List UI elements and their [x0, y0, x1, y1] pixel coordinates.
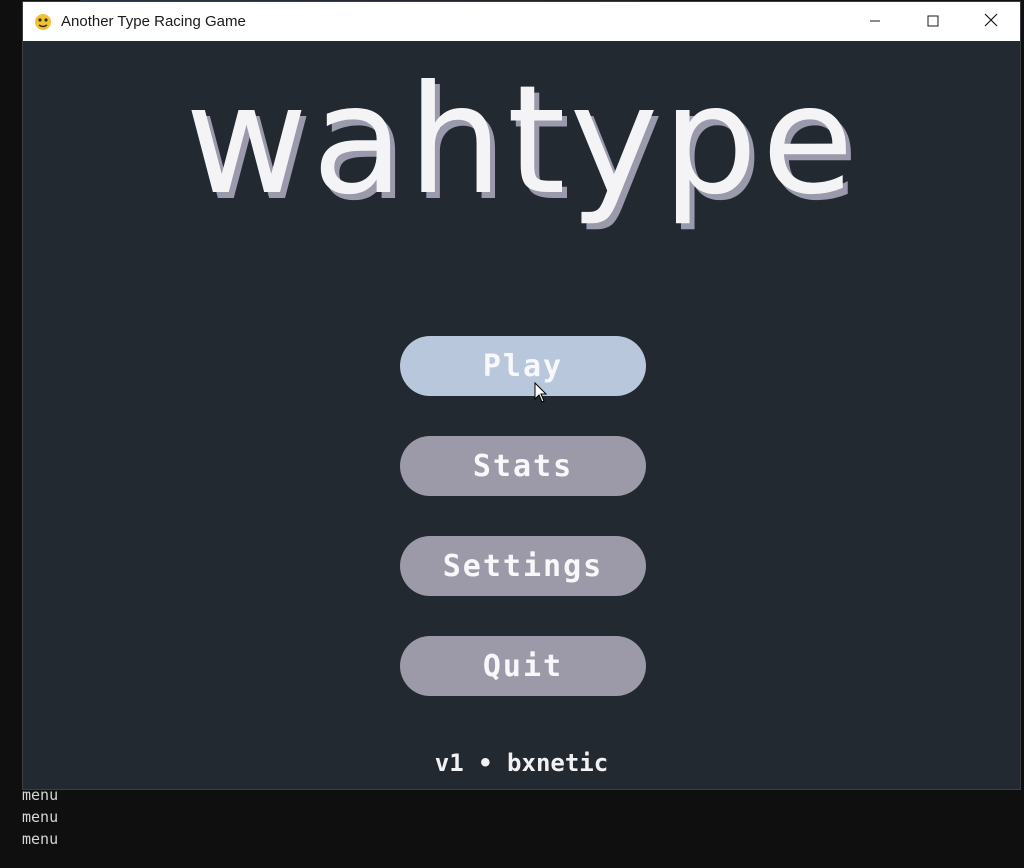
game-window: Another Type Racing Game wahtype Play St… [22, 1, 1021, 790]
pygame-snake-icon [33, 12, 53, 32]
console-line: menu [22, 786, 59, 804]
console-line: menu [22, 808, 59, 826]
minimize-button[interactable] [846, 2, 904, 41]
title-bar[interactable]: Another Type Racing Game [23, 2, 1020, 41]
minimize-icon [869, 12, 881, 31]
quit-button[interactable]: Quit [400, 636, 646, 696]
settings-button[interactable]: Settings [400, 536, 646, 596]
close-button[interactable] [962, 2, 1020, 41]
version-credit: v1 • bxnetic [434, 749, 609, 777]
window-controls [846, 2, 1020, 41]
stats-button[interactable]: Stats [400, 436, 646, 496]
close-icon [984, 12, 998, 31]
game-canvas: wahtype Play Stats Settings Quit v1 • bx… [23, 41, 1020, 789]
play-button[interactable]: Play [400, 336, 646, 396]
mouse-pointer-icon [534, 381, 548, 404]
game-logo: wahtype [185, 54, 858, 228]
maximize-button[interactable] [904, 2, 962, 41]
console-line: menu [22, 830, 59, 848]
desktop: Another Type Racing Game wahtype Play St… [0, 0, 1024, 868]
maximize-icon [927, 12, 939, 31]
terminal-output: menu menu menu [22, 784, 58, 850]
window-title: Another Type Racing Game [61, 13, 246, 30]
